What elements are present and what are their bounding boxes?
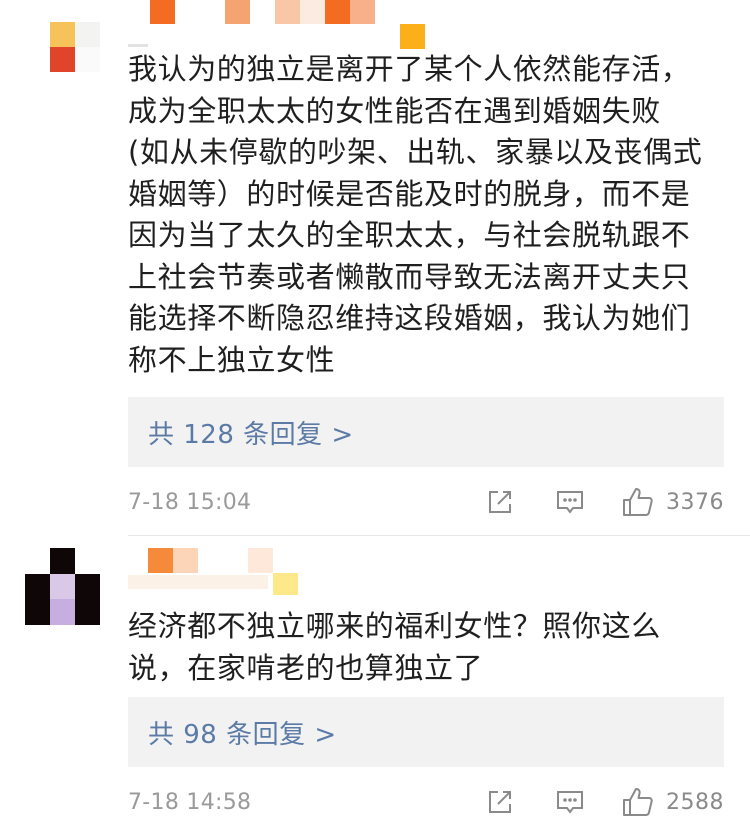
share-button[interactable] [484,486,516,518]
timestamp: 7-18 14:58 [128,789,252,815]
thumbs-up-icon [623,788,653,816]
comment-icon [557,791,583,814]
share-button[interactable] [484,786,516,818]
replies-button[interactable]: 共 128 条回复 > [128,397,724,467]
comment-actions: 3376 [484,486,724,518]
avatar[interactable] [25,548,100,625]
share-icon [489,791,511,813]
comment-item: 经济都不独立哪来的福利女性？照你这么 说，在家啃老的也算独立了 共 98 条回复… [0,536,750,824]
like-button[interactable]: 2588 [622,787,724,817]
avatar[interactable] [50,22,102,74]
comment-meta: 7-18 15:04 3376 [128,482,724,522]
comment-text: 我认为的独立是离开了某个人依然能存活， 成为全职太太的女性能否在遇到婚姻失败 (… [128,52,703,377]
replies-button[interactable]: 共 98 条回复 > [128,697,724,767]
username[interactable] [128,548,328,600]
like-count: 2588 [666,789,724,815]
comment-button[interactable] [554,486,586,518]
timestamp: 7-18 15:04 [128,489,252,515]
replies-link[interactable]: 共 128 条回复 > [148,414,354,451]
comment-meta: 7-18 14:58 2588 [128,782,724,822]
comment-item: 我认为的独立是离开了某个人依然能存活， 成为全职太太的女性能否在遇到婚姻失败 (… [0,0,750,535]
comment-icon [557,491,583,514]
comment-button[interactable] [554,786,586,818]
replies-link[interactable]: 共 98 条回复 > [148,714,337,751]
username[interactable] [128,0,428,52]
like-button[interactable]: 3376 [622,487,724,517]
like-count: 3376 [666,489,724,515]
thumbs-up-icon [623,488,653,516]
comment-actions: 2588 [484,786,724,818]
share-icon [489,491,511,513]
comment-text: 经济都不独立哪来的福利女性？照你这么 说，在家啃老的也算独立了 [128,609,661,685]
